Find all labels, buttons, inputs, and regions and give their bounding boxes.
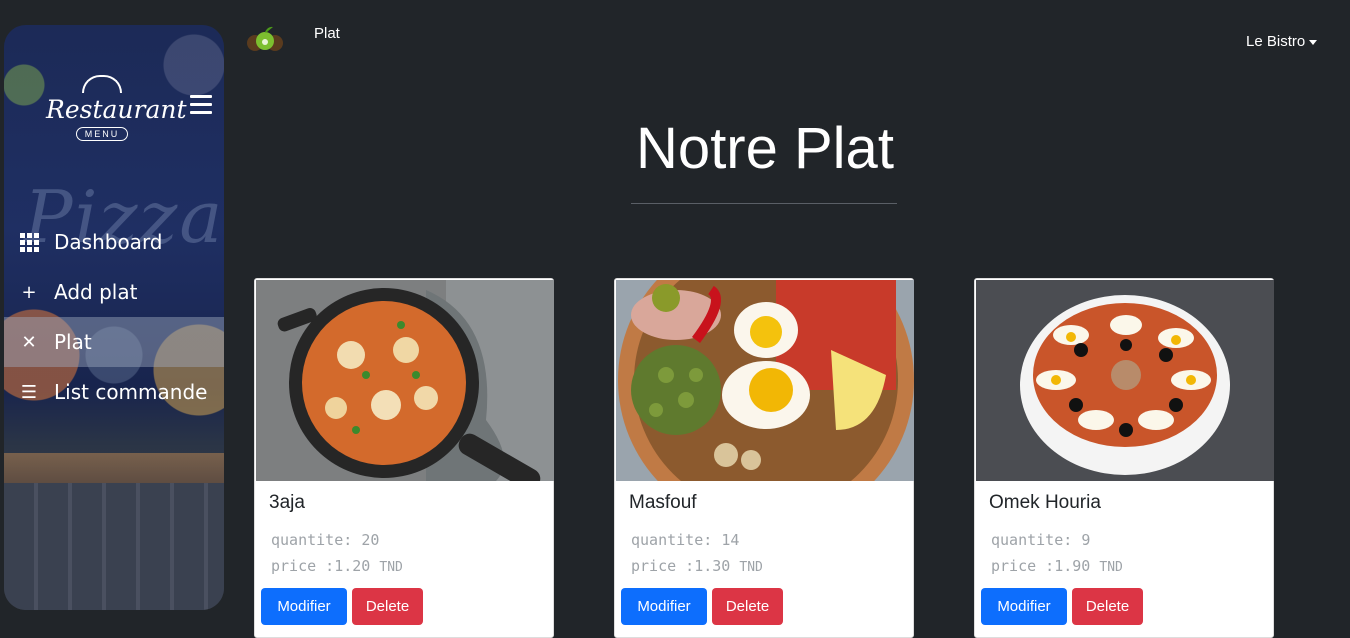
logo-subtitle: MENU (75, 127, 129, 141)
sidebar-item-dashboard[interactable]: Dashboard (4, 217, 224, 267)
cloche-icon (82, 75, 122, 93)
plat-card: 3aja quantite: 20 price :1.20 TND Modifi… (254, 278, 554, 638)
quantite-label: quantite: (631, 531, 713, 549)
plat-image (976, 280, 1274, 481)
delete-button[interactable]: Delete (352, 588, 423, 625)
sidebar-item-label: Plat (54, 330, 92, 354)
delete-button[interactable]: Delete (1072, 588, 1143, 625)
sidebar-nav: Dashboard + Add plat ✕ Plat ☰ List comma… (4, 217, 224, 417)
plat-info: quantite: 14 price :1.30 TND (631, 527, 763, 581)
plat-name: Masfouf (629, 492, 697, 513)
modify-button[interactable]: Modifier (261, 588, 347, 625)
quantite-value: 14 (721, 531, 740, 549)
grid-icon (18, 231, 40, 253)
title-divider (631, 203, 897, 204)
plat-image (616, 280, 914, 481)
menu-toggle-icon[interactable] (190, 95, 212, 115)
plat-info: quantite: 20 price :1.20 TND (271, 527, 403, 581)
list-ordered-icon: ☰ (20, 381, 38, 403)
plat-image (256, 280, 554, 481)
plat-info: quantite: 9 price :1.90 TND (991, 527, 1123, 581)
price-value: 1.20 (334, 557, 371, 575)
logo-text: Restaurant (46, 95, 187, 124)
sidebar-floor-art (4, 483, 224, 610)
page-title: Notre Plat (636, 116, 894, 181)
price-label: price : (631, 557, 695, 575)
plat-card: Omek Houria quantite: 9 price :1.90 TND … (974, 278, 1274, 638)
plat-name: Omek Houria (989, 492, 1101, 513)
sidebar-item-list-commande[interactable]: ☰ List commande (4, 367, 224, 417)
caret-down-icon (1309, 39, 1318, 45)
price-value: 1.30 (694, 557, 731, 575)
quantite-value: 20 (361, 531, 380, 549)
plat-name: 3aja (269, 492, 305, 513)
price-value: 1.90 (1054, 557, 1091, 575)
utensils-icon: ✕ (21, 331, 37, 353)
plat-card: Masfouf quantite: 14 price :1.30 TND Mod… (614, 278, 914, 638)
quantite-value: 9 (1081, 531, 1091, 549)
restaurant-logo: Restaurant MENU (46, 75, 187, 155)
modify-button[interactable]: Modifier (621, 588, 707, 625)
currency-label: TND (739, 560, 763, 575)
price-label: price : (271, 557, 335, 575)
sidebar-item-label: List commande (54, 380, 208, 404)
nav-link-plat[interactable]: Plat (314, 25, 340, 42)
account-dropdown[interactable]: Le Bistro (1246, 33, 1318, 50)
modify-button[interactable]: Modifier (981, 588, 1067, 625)
quantite-label: quantite: (991, 531, 1073, 549)
currency-label: TND (1099, 560, 1123, 575)
dropdown-label: Le Bistro (1246, 33, 1306, 50)
sidebar: Pizza Restaurant MENU Dashboard + Add pl… (4, 25, 224, 610)
brand-logo-icon[interactable] (246, 24, 284, 54)
delete-button[interactable]: Delete (712, 588, 783, 625)
sidebar-item-label: Dashboard (54, 230, 163, 254)
sidebar-item-label: Add plat (54, 280, 138, 304)
sidebar-table-art (4, 453, 224, 483)
sidebar-item-add-plat[interactable]: + Add plat (4, 267, 224, 317)
plus-icon: + (21, 281, 37, 303)
sidebar-item-plat[interactable]: ✕ Plat (4, 317, 224, 367)
quantite-label: quantite: (271, 531, 353, 549)
price-label: price : (991, 557, 1055, 575)
currency-label: TND (379, 560, 403, 575)
